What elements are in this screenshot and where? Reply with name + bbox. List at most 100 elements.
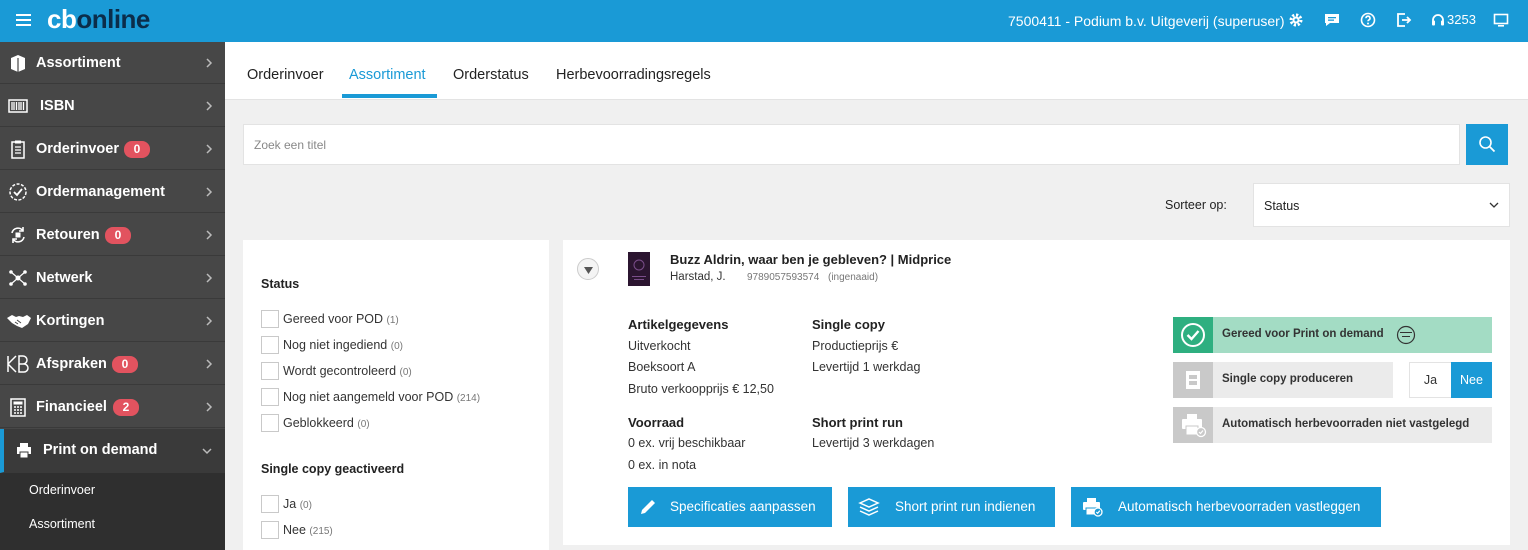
checkbox[interactable] bbox=[261, 521, 279, 539]
sidebar-item-netwerk[interactable]: Netwerk bbox=[0, 257, 225, 299]
checkbox[interactable] bbox=[261, 414, 279, 432]
tab-orderinvoer[interactable]: Orderinvoer bbox=[247, 67, 324, 83]
user-account[interactable]: 7500411 - Podium b.v. Uitgeverij (superu… bbox=[1008, 13, 1285, 29]
single-copy-no-toggle[interactable]: Nee bbox=[1451, 362, 1492, 398]
voorraad-heading: Voorraad bbox=[628, 415, 685, 430]
financieel-count-badge: 2 bbox=[113, 399, 139, 416]
product-title[interactable]: Buzz Aldrin, waar ben je gebleven? | Mid… bbox=[670, 252, 951, 267]
spr24-icon bbox=[1396, 325, 1416, 345]
tab-assortiment[interactable]: Assortiment bbox=[349, 67, 426, 83]
chevron-right-icon bbox=[206, 273, 213, 283]
kb-icon bbox=[7, 355, 29, 373]
sidebar-item-afspraken[interactable]: Afspraken 0 bbox=[0, 343, 225, 385]
filter-panel: Status Gereed voor POD (1) Nog niet inge… bbox=[243, 240, 549, 550]
checkbox[interactable] bbox=[261, 362, 279, 380]
sidebar-item-ordermanagement[interactable]: Ordermanagement bbox=[0, 171, 225, 213]
single-copy-line: Productieprijs € bbox=[812, 339, 899, 353]
product-isbn: 9789057593574 bbox=[747, 272, 820, 283]
tab-bar: Orderinvoer Assortiment Orderstatus Herb… bbox=[225, 42, 1528, 100]
status-pod-ready: Gereed voor Print on demand bbox=[1173, 317, 1492, 353]
sidebar-item-print-on-demand[interactable]: Print on demand bbox=[0, 429, 225, 473]
sidebar-item-label: Afspraken bbox=[36, 356, 107, 372]
tab-herbevoorradingsregels[interactable]: Herbevoorradingsregels bbox=[556, 67, 711, 83]
chevron-down-icon bbox=[202, 448, 212, 455]
sidebar-item-label: ISBN bbox=[40, 98, 75, 114]
sidebar-item-orderinvoer[interactable]: Orderinvoer 0 bbox=[0, 128, 225, 170]
sidebar-item-label: Orderinvoer bbox=[36, 141, 119, 157]
phone-number: 3253 bbox=[1447, 12, 1476, 27]
chevron-right-icon bbox=[206, 359, 213, 369]
product-author: Harstad, J. bbox=[670, 271, 726, 283]
short-run-heading: Short print run bbox=[812, 415, 903, 430]
sidebar-item-label: Retouren bbox=[36, 227, 100, 243]
chevron-right-icon bbox=[206, 187, 213, 197]
sidebar-subitem-spacer bbox=[0, 541, 225, 550]
sidebar-item-assortiment[interactable]: Assortiment bbox=[0, 42, 225, 84]
orderinvoer-count-badge: 0 bbox=[124, 141, 150, 158]
product-card: Buzz Aldrin, waar ben je gebleven? | Mid… bbox=[563, 240, 1510, 545]
top-bar: cbonline 7500411 - Podium b.v. Uitgeveri… bbox=[0, 0, 1528, 42]
status-label: Gereed voor Print on demand bbox=[1222, 328, 1384, 340]
checkbox[interactable] bbox=[261, 336, 279, 354]
sidebar-item-retouren[interactable]: Retouren 0 bbox=[0, 214, 225, 256]
collapse-button[interactable] bbox=[577, 258, 599, 280]
sidebar-item-label: Financieel bbox=[36, 399, 107, 415]
sidebar-item-isbn[interactable]: ISBN bbox=[0, 85, 225, 127]
filter-heading-single-copy: Single copy geactiveerd bbox=[261, 462, 405, 476]
search-input[interactable] bbox=[243, 124, 1460, 165]
help-icon[interactable] bbox=[1360, 12, 1376, 28]
network-icon bbox=[9, 270, 27, 286]
checkbox[interactable] bbox=[261, 388, 279, 406]
status-auto-replenish: Automatisch herbevoorraden niet vastgele… bbox=[1173, 407, 1492, 443]
check-icon bbox=[1173, 317, 1213, 353]
book-cover[interactable] bbox=[628, 252, 650, 286]
sidebar-subitem-label: Orderinvoer bbox=[29, 483, 95, 497]
single-copy-yes-toggle[interactable]: Ja bbox=[1409, 362, 1452, 398]
sidebar-item-kortingen[interactable]: Kortingen bbox=[0, 300, 225, 342]
chevron-right-icon bbox=[206, 230, 213, 240]
gear-icon[interactable] bbox=[1288, 12, 1304, 28]
sidebar-item-label: Assortiment bbox=[36, 55, 121, 71]
voorraad-line: 0 ex. in nota bbox=[628, 458, 697, 472]
sidebar-subitem-label: Assortiment bbox=[29, 517, 95, 531]
chevron-down-icon bbox=[1489, 202, 1499, 208]
status-single-copy: Single copy produceren bbox=[1173, 362, 1393, 398]
auto-replenish-button[interactable]: Automatisch herbevoorraden vastleggen bbox=[1071, 487, 1381, 527]
chevron-right-icon bbox=[206, 316, 213, 326]
sidebar-item-financieel[interactable]: Financieel 2 bbox=[0, 386, 225, 428]
artikel-line: Boeksoort A bbox=[628, 360, 696, 374]
voorraad-line: 0 ex. vrij beschikbaar bbox=[628, 436, 746, 450]
sort-label: Sorteer op: bbox=[1165, 198, 1227, 212]
check-circle-icon bbox=[9, 183, 27, 201]
checkbox[interactable] bbox=[261, 310, 279, 328]
sidebar-subitem-orderinvoer[interactable]: Orderinvoer bbox=[0, 473, 225, 507]
chevron-right-icon bbox=[206, 402, 213, 412]
return-icon bbox=[11, 227, 25, 243]
sidebar-item-label: Kortingen bbox=[36, 313, 105, 329]
monitor-icon[interactable] bbox=[1493, 12, 1509, 28]
sort-select[interactable]: Status bbox=[1253, 183, 1510, 227]
barcode-icon bbox=[8, 99, 28, 113]
filter-heading-status: Status bbox=[261, 277, 300, 291]
edit-specs-button[interactable]: Specificaties aanpassen bbox=[628, 487, 832, 527]
clipboard-icon bbox=[11, 140, 25, 159]
printer-page-icon bbox=[1173, 362, 1213, 398]
printer-check-icon bbox=[1173, 407, 1213, 443]
checkbox[interactable] bbox=[261, 495, 279, 513]
sidebar-subitem-assortiment[interactable]: Assortiment bbox=[0, 507, 225, 541]
tab-orderstatus[interactable]: Orderstatus bbox=[453, 67, 529, 83]
logo[interactable]: cbonline bbox=[47, 4, 150, 35]
calculator-icon bbox=[10, 398, 26, 417]
headset-icon[interactable] bbox=[1430, 12, 1446, 28]
sidebar-item-label: Ordermanagement bbox=[36, 184, 165, 200]
short-run-button[interactable]: Short print run indienen bbox=[848, 487, 1055, 527]
short-run-line: Levertijd 3 werkdagen bbox=[812, 436, 935, 450]
menu-icon[interactable] bbox=[16, 14, 31, 26]
artikel-line: Bruto verkoopprijs € 12,50 bbox=[628, 382, 774, 396]
sidebar: Assortiment ISBN Orderinvoer 0 Ordermana… bbox=[0, 42, 225, 550]
search-button[interactable] bbox=[1466, 124, 1508, 165]
printer-check-icon bbox=[1083, 498, 1103, 517]
logout-icon[interactable] bbox=[1396, 12, 1412, 28]
afspraken-count-badge: 0 bbox=[112, 356, 138, 373]
chat-icon[interactable] bbox=[1324, 12, 1340, 28]
